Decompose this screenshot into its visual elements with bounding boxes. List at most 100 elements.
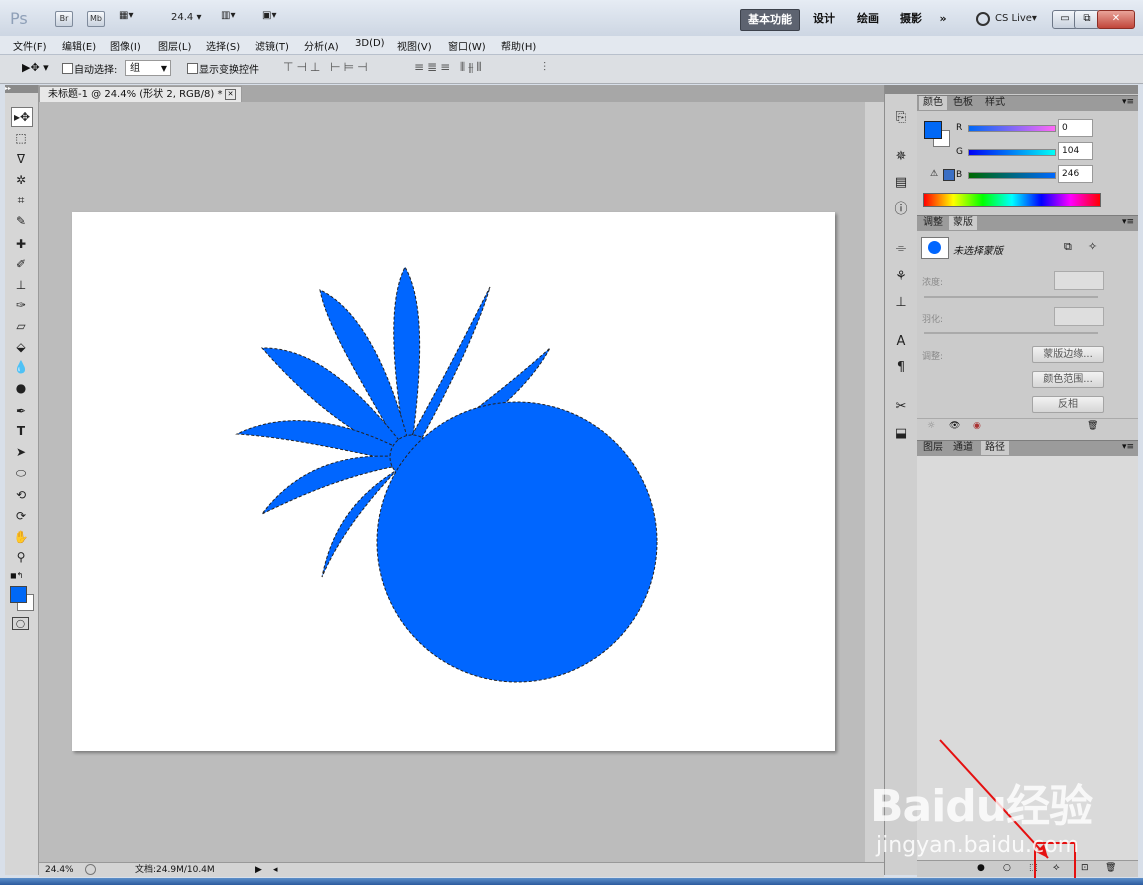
panel-menu-icon[interactable]: ▾≡ <box>1122 97 1134 107</box>
menu-3d[interactable]: 3D(D) <box>355 38 385 49</box>
status-menu-arrow-icon[interactable]: ▶ <box>255 863 262 877</box>
invert-button[interactable]: 反相 <box>1032 396 1104 413</box>
zoom-level-dropdown[interactable]: 24.4 ▾ <box>171 12 201 23</box>
type-tool-icon[interactable]: T <box>11 422 31 440</box>
3d-panel-icon[interactable]: ⬓ <box>892 425 910 443</box>
color-range-button[interactable]: 颜色范围... <box>1032 371 1104 388</box>
info-panel-icon[interactable]: ⓘ <box>892 201 910 219</box>
horizontal-scroll-left-icon[interactable]: ◂ <box>273 863 278 877</box>
density-input[interactable] <box>1054 271 1104 290</box>
menu-analysis[interactable]: 分析(A) <box>304 38 339 53</box>
marquee-tool-icon[interactable]: ⬚ <box>11 129 31 147</box>
path-selection-tool-icon[interactable]: ➤ <box>11 443 31 461</box>
document-tab[interactable]: 未标题-1 @ 24.4% (形状 2, RGB/8) * ✕ <box>39 86 242 102</box>
panel-menu-icon[interactable]: ▾≡ <box>1122 217 1134 227</box>
auto-align-icon[interactable]: ⫶ <box>543 60 546 75</box>
menu-view[interactable]: 视图(V) <box>397 38 432 53</box>
quick-mask-icon[interactable]: ◯ <box>12 617 29 630</box>
healing-brush-tool-icon[interactable]: ✚ <box>11 235 31 253</box>
cs-live-button[interactable]: CS Live▾ <box>995 13 1037 24</box>
screen-mode-icon[interactable]: ▣▾ <box>262 10 276 21</box>
close-button[interactable]: ✕ <box>1097 10 1135 29</box>
dock-collapse-bar[interactable] <box>917 85 1138 94</box>
clone-stamp-tool-icon[interactable]: ⊥ <box>11 276 31 294</box>
tab-masks[interactable]: 蒙版 <box>949 216 977 230</box>
dodge-tool-icon[interactable]: ● <box>11 379 31 397</box>
move-tool-icon[interactable]: ▸✥ <box>11 107 33 127</box>
r-slider[interactable] <box>968 125 1056 132</box>
navigator-panel-icon[interactable]: ✵ <box>892 148 910 166</box>
status-info-icon[interactable] <box>85 864 96 875</box>
show-transform-checkbox[interactable] <box>187 63 198 74</box>
brushes-panel-icon[interactable]: ⌯ <box>892 240 910 258</box>
arrange-documents-icon[interactable]: ▥▾ <box>221 10 235 21</box>
3d-rotate-tool-icon[interactable]: ⟲ <box>11 486 31 504</box>
panel-menu-icon[interactable]: ▾≡ <box>1122 442 1134 452</box>
auto-select-dropdown[interactable]: 组 ▼ <box>125 60 171 76</box>
b-slider[interactable] <box>968 172 1056 179</box>
tab-layers[interactable]: 图层 <box>919 441 947 455</box>
history-panel-icon[interactable]: ⎘ <box>892 109 910 127</box>
mini-bridge-button[interactable]: Mb <box>87 11 105 27</box>
histogram-panel-icon[interactable]: ▤ <box>892 174 910 192</box>
pen-tool-icon[interactable]: ✒ <box>11 402 31 420</box>
view-mask-icon[interactable]: 👁 <box>949 421 960 431</box>
r-value-input[interactable]: 0 <box>1058 119 1093 137</box>
align-icons-group[interactable]: ⊤⊣⊥ ⊢⊨⊣ <box>283 60 371 74</box>
workspace-painting[interactable]: 绘画 <box>850 9 886 29</box>
column-collapse-icon[interactable] <box>885 85 918 94</box>
brush-presets-panel-icon[interactable]: ⚘ <box>892 268 910 286</box>
tab-paths[interactable]: 路径 <box>981 441 1009 455</box>
delete-mask-icon[interactable]: 🗑 <box>1087 421 1098 431</box>
zoom-tool-icon[interactable]: ⚲ <box>11 548 31 566</box>
default-colors-icon[interactable]: ◼↰ <box>10 571 23 580</box>
gamut-color-swatch[interactable] <box>943 169 955 181</box>
color-fg-swatch[interactable] <box>924 121 942 139</box>
density-slider[interactable] <box>924 296 1098 298</box>
character-panel-icon[interactable]: A <box>892 333 910 351</box>
hand-tool-icon[interactable]: ✋ <box>11 528 31 546</box>
menu-help[interactable]: 帮助(H) <box>501 38 536 53</box>
tab-styles[interactable]: 样式 <box>981 96 1009 110</box>
history-brush-tool-icon[interactable]: ✑ <box>11 296 31 314</box>
eyedropper-tool-icon[interactable]: ✎ <box>11 212 31 230</box>
mask-edge-button[interactable]: 蒙版边缘... <box>1032 346 1104 363</box>
shape-layer[interactable] <box>72 212 835 751</box>
workspace-design[interactable]: 设计 <box>806 9 842 29</box>
tab-swatches[interactable]: 色板 <box>949 96 977 110</box>
menu-window[interactable]: 窗口(W) <box>448 38 486 53</box>
blur-tool-icon[interactable]: 💧 <box>11 358 31 376</box>
lasso-tool-icon[interactable]: ᐁ <box>11 150 31 168</box>
color-spectrum-ramp[interactable] <box>923 193 1101 207</box>
vertical-scrollbar[interactable] <box>865 102 884 862</box>
bridge-button[interactable]: Br <box>55 11 73 27</box>
load-selection-icon[interactable]: ☼ <box>927 421 935 431</box>
foreground-color-swatch[interactable] <box>10 586 27 603</box>
workspace-photography[interactable]: 摄影 <box>893 9 929 29</box>
paragraph-panel-icon[interactable]: ¶ <box>892 359 910 377</box>
distribute-icons-group[interactable]: ≡≣≡ ⫴⫵⫴ <box>414 60 485 75</box>
quick-select-tool-icon[interactable]: ✲ <box>11 171 31 189</box>
b-value-input[interactable]: 246 <box>1058 165 1093 183</box>
move-tool-preset-icon[interactable]: ▶✥ ▾ <box>22 61 49 74</box>
out-of-gamut-warning-icon[interactable]: ⚠ <box>930 169 938 179</box>
feather-input[interactable] <box>1054 307 1104 326</box>
new-path-icon[interactable]: ⊡ <box>1081 863 1089 873</box>
tool-presets-panel-icon[interactable]: ✂ <box>892 398 910 416</box>
tab-color[interactable]: 颜色 <box>919 96 947 110</box>
disable-mask-icon[interactable]: ◉ <box>973 421 981 431</box>
vector-mask-icon[interactable]: ✧ <box>1088 240 1097 253</box>
workspace-essentials[interactable]: 基本功能 <box>740 9 800 31</box>
menu-edit[interactable]: 编辑(E) <box>62 38 96 53</box>
delete-path-icon[interactable]: 🗑 <box>1105 863 1116 873</box>
menu-select[interactable]: 选择(S) <box>206 38 240 53</box>
menu-filter[interactable]: 滤镜(T) <box>255 38 289 53</box>
menu-file[interactable]: 文件(F) <box>13 38 47 53</box>
g-value-input[interactable]: 104 <box>1058 142 1093 160</box>
crop-tool-icon[interactable]: ⌗ <box>11 191 31 209</box>
tools-panel-collapse-icon[interactable]: ▸▸ <box>5 85 38 93</box>
shape-tool-icon[interactable]: ⬭ <box>11 464 31 482</box>
eraser-tool-icon[interactable]: ▱ <box>11 317 31 335</box>
tab-adjustments[interactable]: 调整 <box>919 216 947 230</box>
tab-channels[interactable]: 通道 <box>949 441 977 455</box>
